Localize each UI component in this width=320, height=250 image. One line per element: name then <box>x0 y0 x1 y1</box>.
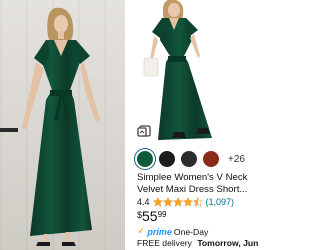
prime-label: prime <box>147 226 172 237</box>
star-half-icon <box>192 197 203 207</box>
product-card-image[interactable] <box>128 0 250 140</box>
product-main-image[interactable] <box>0 0 125 250</box>
price: $ 55 99 <box>137 208 167 224</box>
swatch-charcoal[interactable] <box>181 151 197 167</box>
swatch-black[interactable] <box>159 151 175 167</box>
model-in-dress-figure <box>22 7 100 246</box>
prime-badge: ✓ prime One-Day <box>137 226 208 237</box>
star-icon <box>182 197 193 207</box>
prime-one-day-label: One-Day <box>173 226 209 237</box>
product-title-line-2[interactable]: Velvet Maxi Dress Short... <box>137 184 249 196</box>
price-whole: 55 <box>142 208 158 224</box>
swatch-rust[interactable] <box>203 151 219 167</box>
star-icon <box>152 197 163 207</box>
review-count[interactable]: (1,097) <box>206 197 235 207</box>
product-title[interactable]: Simplee Women's V Neck Velvet Maxi Dress… <box>137 172 249 196</box>
product-title-line-1[interactable]: Simplee Women's V Neck <box>137 172 249 184</box>
color-swatches: +26 <box>137 151 245 167</box>
delivery-info: FREE delivery Tomorrow, Jun <box>137 238 258 248</box>
star-icon <box>172 197 183 207</box>
delivery-prefix: FREE delivery <box>137 238 192 248</box>
more-colors-link[interactable]: +26 <box>228 154 245 165</box>
rating-row[interactable]: 4.4 (1,097) <box>137 197 234 207</box>
delivery-date: Tomorrow, Jun <box>197 238 259 248</box>
view-360-icon[interactable] <box>137 123 153 139</box>
rating-value: 4.4 <box>137 197 150 207</box>
prime-check-icon: ✓ <box>137 226 146 237</box>
price-fraction: 99 <box>157 210 167 219</box>
star-icon <box>162 197 173 207</box>
swatch-green[interactable] <box>137 151 153 167</box>
star-rating[interactable] <box>152 197 203 207</box>
model-in-dress-figure-2 <box>143 0 212 140</box>
